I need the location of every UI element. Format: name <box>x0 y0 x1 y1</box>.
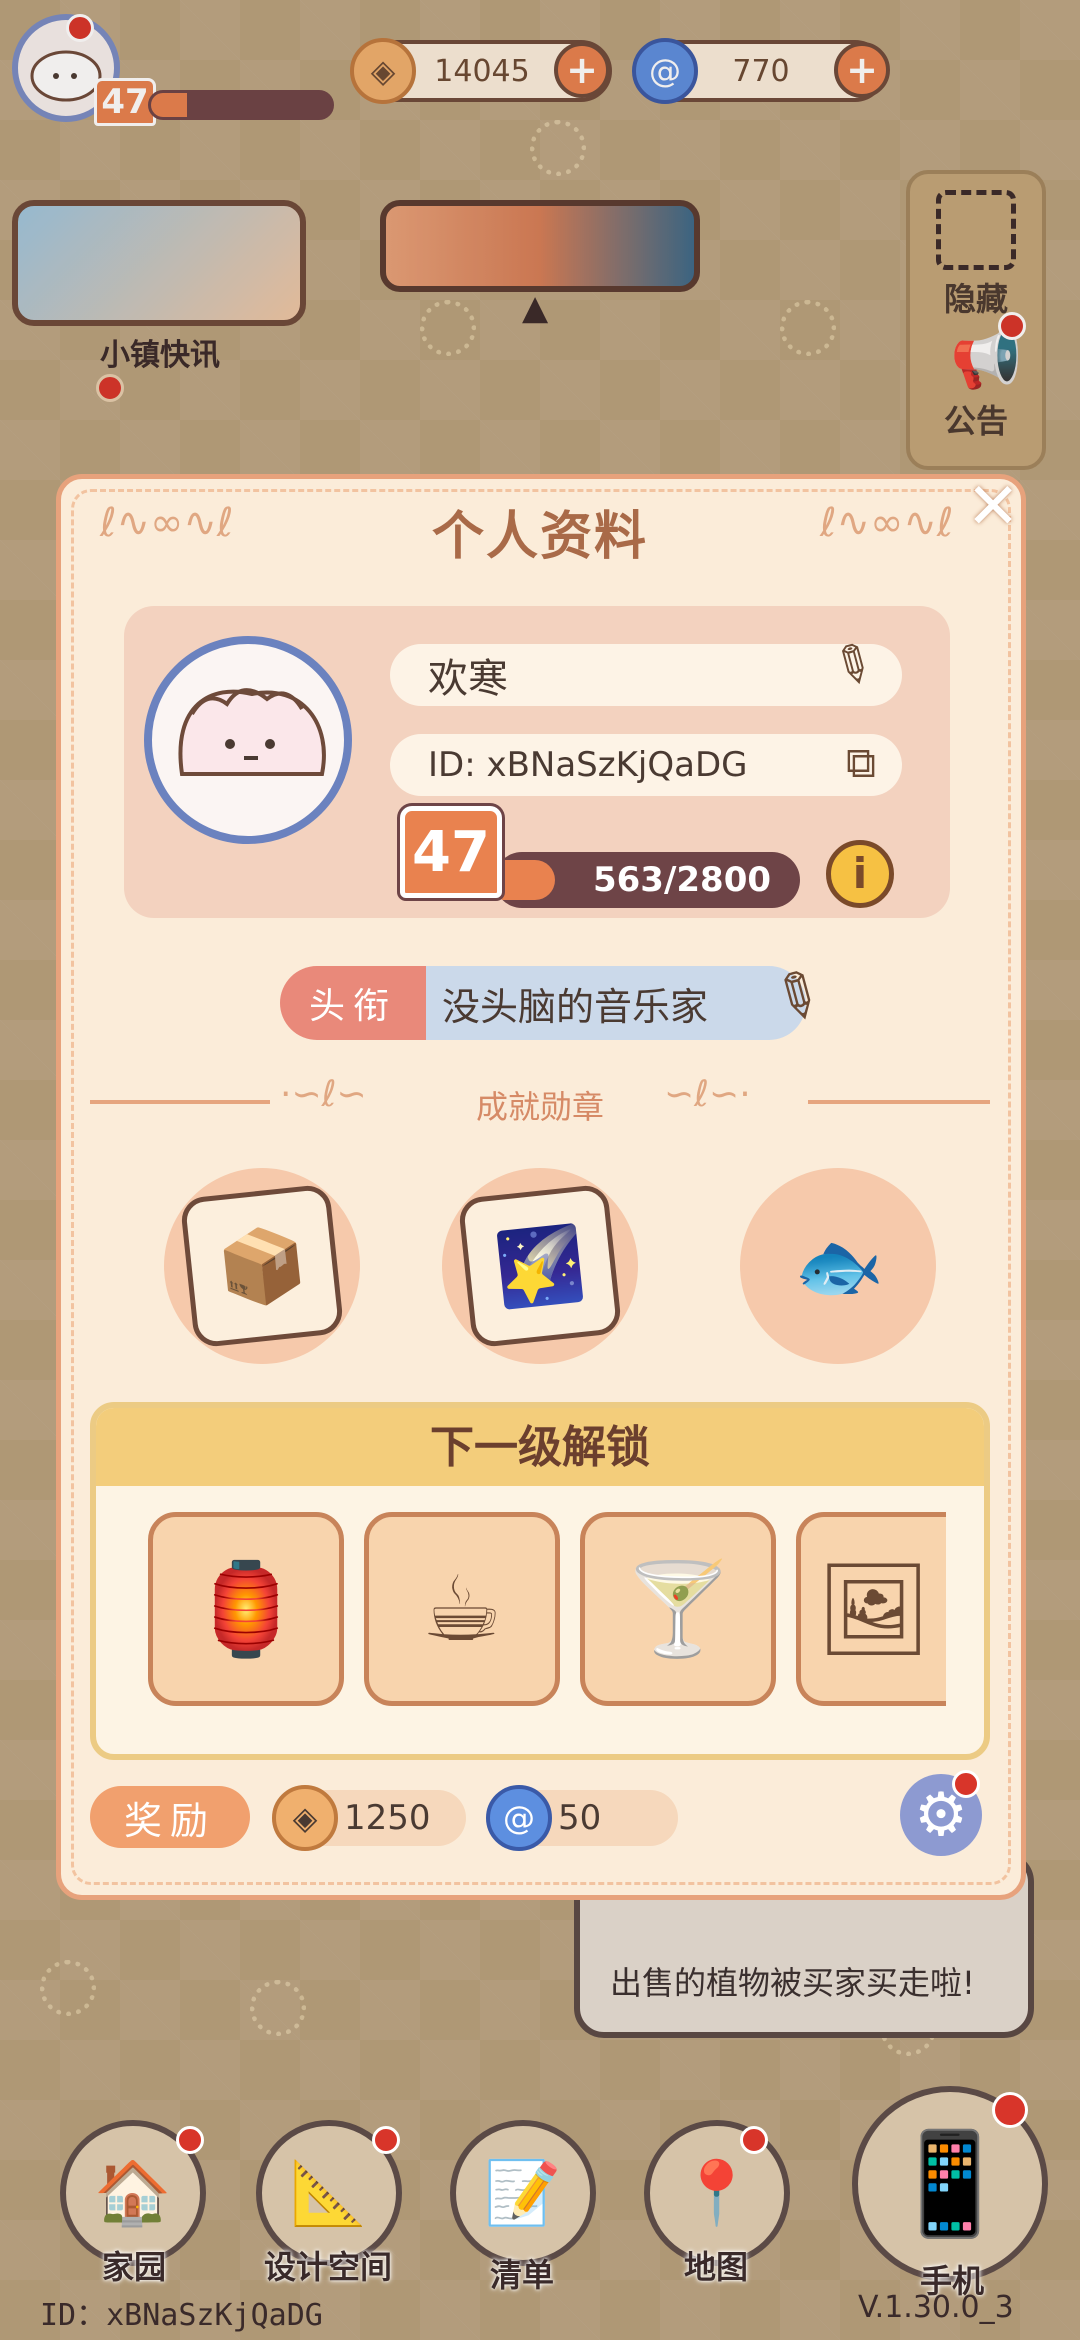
background-sun-icon <box>780 300 836 356</box>
scroll-box-icon: 📦 <box>179 1183 345 1349</box>
divider <box>808 1100 990 1104</box>
avatar-notification-dot <box>66 14 94 42</box>
swirl-gem-icon: @ <box>632 38 698 104</box>
player-id: ID: xBNaSzKjQaDG <box>428 745 748 785</box>
phone-notification-dot <box>992 2092 1028 2128</box>
player-name: 欢寒 <box>428 656 508 702</box>
background-sun-icon <box>40 1960 96 2016</box>
modal-title: 个人资料 <box>431 507 648 567</box>
lantern-icon: 🏮 <box>189 1556 303 1662</box>
picture-frames-icon: 🖼 <box>816 1556 931 1662</box>
player-id-field: ID: xBNaSzKjQaDG <box>390 734 902 796</box>
background-sun-icon <box>420 300 476 356</box>
house-icon: 🏠 <box>94 2156 172 2229</box>
profile-avatar[interactable] <box>144 636 352 844</box>
background-sun-icon <box>530 120 586 176</box>
background-sun-icon <box>250 1980 306 2036</box>
nav-list-label: 清单 <box>489 2256 554 2294</box>
event-banner[interactable] <box>380 200 700 292</box>
nav-map-label: 地图 <box>683 2248 748 2286</box>
design-notification-dot <box>372 2126 400 2154</box>
phone-icon: 📱 <box>887 2125 1013 2242</box>
coffee-machine-icon: ☕ <box>421 1556 503 1662</box>
shooting-star-icon: 🌠 <box>457 1183 623 1349</box>
xp-text: 563/2800 <box>592 860 772 900</box>
xp-progress-bar: 563/2800 <box>494 852 800 908</box>
achievement-badge[interactable]: 🐟 <box>740 1168 936 1364</box>
title-value: 没头脑的音乐家 <box>426 966 806 1040</box>
achievement-badge[interactable]: 🌠 <box>442 1168 638 1364</box>
achievements-heading: 成就勋章 <box>475 1088 604 1126</box>
banner-collapse-icon[interactable]: ▲ <box>522 288 548 328</box>
player-level-badge: 47 <box>94 78 156 126</box>
unlock-heading: 下一级解锁 <box>96 1408 984 1486</box>
hide-label: 隐藏 <box>943 280 1008 318</box>
nav-design-label: 设计空间 <box>263 2248 392 2286</box>
map-notification-dot <box>740 2126 768 2154</box>
coin-icon: ◈ <box>350 38 416 104</box>
level-info-button[interactable]: i <box>826 840 894 908</box>
player-level-bar <box>148 90 334 120</box>
hide-ui-icon[interactable] <box>936 190 1016 270</box>
unlock-item-frames[interactable]: 🖼 <box>796 1512 946 1706</box>
unlock-item-cocktail[interactable]: 🍸 <box>580 1512 776 1706</box>
reward-coins: ◈ 1250 <box>272 1785 466 1851</box>
home-notification-dot <box>176 2126 204 2154</box>
unlock-item-coffee-machine[interactable]: ☕ <box>364 1512 560 1706</box>
town-news-widget[interactable] <box>12 200 306 326</box>
coin-icon: ◈ <box>272 1785 338 1851</box>
profile-level-badge: 47 <box>400 806 502 898</box>
sale-notification-text: 出售的植物被买家买走啦! <box>610 1964 975 2002</box>
gem-value: 770 <box>732 53 790 89</box>
add-coins-button[interactable]: + <box>554 42 610 98</box>
notice-label: 公告 <box>943 402 1008 440</box>
coin-value: 14045 <box>434 53 530 89</box>
news-notification-dot <box>96 374 124 402</box>
title-tag: 头衔 <box>280 966 426 1040</box>
ornament-icon: ∽ℓ∽· <box>664 1074 751 1115</box>
map-pin-icon: 📍 <box>678 2156 756 2229</box>
checklist-icon: 📝 <box>484 2156 562 2229</box>
swirl-gem-icon: @ <box>486 1785 552 1851</box>
footer-player-id: ID：xBNaSzKjQaDG <box>40 2298 323 2333</box>
settings-notification-dot <box>952 1770 980 1798</box>
cocktail-icon: 🍸 <box>621 1556 735 1662</box>
unlock-item-lantern[interactable]: 🏮 <box>148 1512 344 1706</box>
koi-fish-icon: 🐟 <box>788 1219 887 1312</box>
reward-tag: 奖励 <box>90 1786 250 1848</box>
next-level-unlock-panel: 下一级解锁 🏮 ☕ 🍸 🖼 <box>90 1402 990 1760</box>
player-level-fill <box>151 93 187 117</box>
xp-progress-fill <box>494 860 556 900</box>
copy-id-icon[interactable]: ⧉ <box>846 738 876 788</box>
reward-coins-value: 1250 <box>344 1798 431 1838</box>
player-title-row[interactable]: 头衔 没头脑的音乐家 <box>280 966 806 1040</box>
nav-home-label: 家园 <box>101 2248 166 2286</box>
reward-gems-value: 50 <box>558 1798 602 1838</box>
set-square-icon: 📐 <box>290 2156 368 2229</box>
reward-gems: @ 50 <box>486 1785 678 1851</box>
notice-notification-dot <box>998 312 1026 340</box>
sheep-avatar-icon <box>178 688 326 776</box>
nav-list-button[interactable]: 📝 <box>450 2120 596 2266</box>
achievement-badge[interactable]: 📦 <box>164 1168 360 1364</box>
footer-version: V.1.30.0_3 <box>858 2290 1014 2325</box>
add-gems-button[interactable]: + <box>834 42 890 98</box>
town-news-label: 小镇快讯 <box>100 338 220 373</box>
